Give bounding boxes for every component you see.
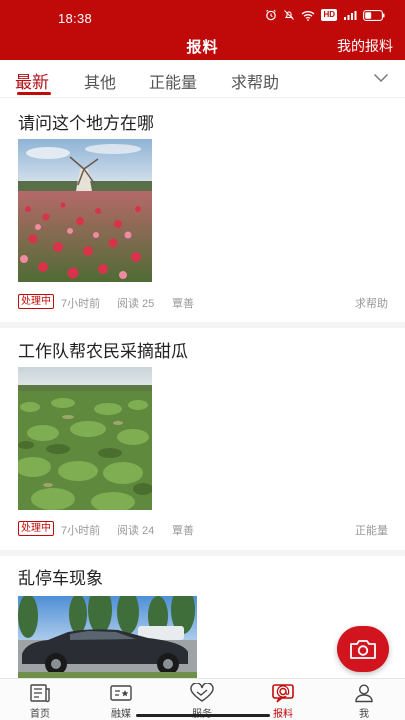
status-icons: HD [265, 9, 385, 21]
user-icon [355, 684, 373, 703]
status-bar: 18:38 HD [0, 0, 405, 34]
post-card[interactable]: 工作队帮农民采摘甜瓜 处理中 7小时前 阅读 24 覃善 正能量 [0, 328, 405, 550]
nav-label: 服务 [172, 705, 232, 720]
post-card[interactable]: 请问这个地方在哪 处理中 7小时前 阅读 25 覃善 求帮助 [0, 98, 405, 322]
read-count: 阅读 25 [117, 298, 155, 310]
wifi-icon [302, 10, 315, 21]
nav-label: 报料 [273, 709, 293, 720]
post-title: 请问这个地方在哪 [18, 114, 154, 133]
camera-icon [350, 640, 376, 659]
report-feed: 请问这个地方在哪 处理中 7小时前 阅读 25 覃善 求帮助 工作队帮农民采摘甜… [0, 98, 405, 678]
flower-field-windmill-photo[interactable] [18, 139, 152, 282]
camera-button[interactable] [337, 626, 389, 672]
signal-4g-icon [344, 10, 357, 20]
nav-home[interactable]: 首页 [10, 683, 70, 720]
nav-label: 首页 [30, 709, 50, 720]
my-report-link[interactable]: 我的报料 [337, 36, 393, 56]
report-chat-icon [272, 684, 294, 703]
alarm-icon [266, 9, 277, 21]
title-bar: 报料 我的报料 [0, 34, 405, 60]
post-author: 覃善 [172, 525, 194, 537]
post-title: 乱停车现象 [18, 569, 103, 588]
post-category: 正能量 [355, 525, 388, 537]
service-heart-icon [190, 683, 214, 702]
battery-icon [363, 9, 385, 21]
nav-label: 我 [359, 709, 369, 720]
post-meta: 处理中 7小时前 阅读 24 覃善 正能量 [18, 520, 388, 538]
post-time: 7小时前 [61, 525, 101, 537]
home-indicator [136, 714, 270, 717]
post-time: 7小时前 [61, 298, 101, 310]
post-author: 覃善 [172, 298, 194, 310]
post-category: 求帮助 [355, 298, 388, 310]
parked-car-photo[interactable] [18, 596, 197, 678]
post-meta: 处理中 7小时前 阅读 25 覃善 求帮助 [18, 293, 388, 311]
newspaper-icon [30, 684, 50, 703]
nav-label: 融媒 [111, 709, 131, 720]
status-badge: 处理中 [18, 294, 54, 309]
status-badge: 处理中 [18, 521, 54, 536]
tab-other[interactable]: 其他 [84, 69, 116, 93]
media-icon [110, 685, 132, 701]
nav-me[interactable]: 我 [334, 683, 394, 720]
melon-field-photo[interactable] [18, 367, 152, 510]
hd-badge: HD [321, 9, 337, 21]
status-time: 18:38 [58, 11, 93, 26]
active-tab-underline [17, 92, 51, 95]
chevron-down-icon[interactable] [373, 73, 389, 83]
mute-icon [284, 10, 295, 20]
category-tabs: 最新 其他 正能量 求帮助 [0, 60, 405, 98]
tab-ask-help[interactable]: 求帮助 [231, 69, 279, 93]
read-count: 阅读 24 [117, 525, 155, 537]
tab-positive-energy[interactable]: 正能量 [149, 69, 197, 93]
tab-latest[interactable]: 最新 [15, 68, 49, 93]
post-title: 工作队帮农民采摘甜瓜 [18, 342, 188, 361]
